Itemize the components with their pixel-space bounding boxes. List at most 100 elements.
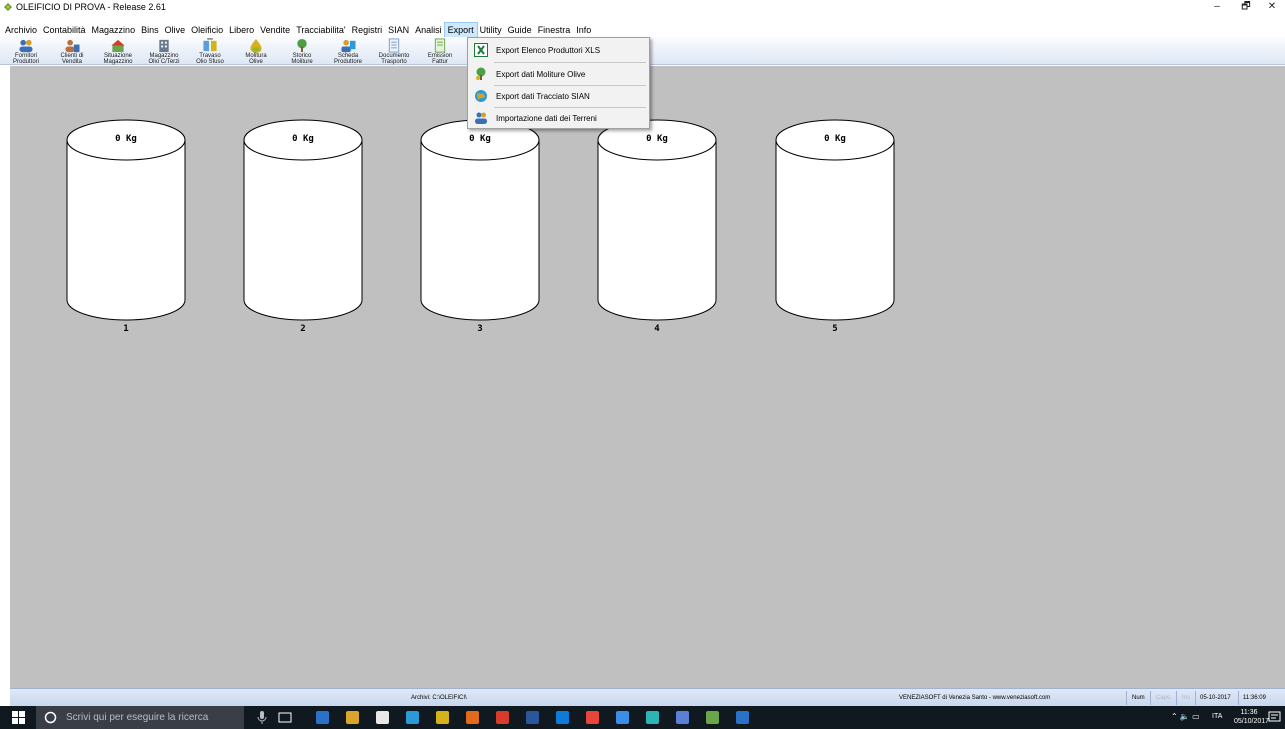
status-time: 11:36:09 bbox=[1243, 695, 1266, 701]
close-button[interactable]: ✕ bbox=[1258, 0, 1285, 14]
menu-bins[interactable]: Bins bbox=[138, 23, 162, 37]
tank-kg-label: 0 Kg bbox=[469, 134, 491, 144]
taskbar-app-store[interactable] bbox=[376, 711, 389, 724]
tank-kg-label: 0 Kg bbox=[646, 134, 668, 144]
menu-oleificio[interactable]: Oleificio bbox=[188, 23, 226, 37]
clienti-vendita-button[interactable]: Clienti di Vendita bbox=[50, 37, 94, 65]
fornitori-produttori-button[interactable]: Fornitori Produttori bbox=[4, 37, 48, 65]
menu-info[interactable]: Info bbox=[573, 23, 594, 37]
tank-kg-label: 0 Kg bbox=[824, 134, 846, 144]
windows-taskbar: Scrivi qui per eseguire la ricerca ⌃ 🔈 ▭… bbox=[0, 706, 1285, 729]
globe-icon bbox=[475, 90, 487, 102]
storico-moliture-button[interactable]: Storico Moliture bbox=[280, 37, 324, 65]
menu-archivio[interactable]: Archivio bbox=[2, 23, 40, 37]
menu-utility[interactable]: Utility bbox=[477, 23, 505, 37]
windows-start-icon[interactable] bbox=[12, 711, 25, 724]
taskbar-app-acrobat[interactable] bbox=[496, 711, 509, 724]
export-dropdown-menu: Export Elenco Produttori XLS Export dati… bbox=[467, 37, 650, 129]
menu-contabilita[interactable]: Contabilità bbox=[40, 23, 89, 37]
menu-magazzino[interactable]: Magazzino bbox=[89, 23, 139, 37]
menu-analisi[interactable]: Analisi bbox=[412, 23, 445, 37]
taskbar-app-feather[interactable] bbox=[676, 711, 689, 724]
status-divider bbox=[1126, 691, 1127, 705]
task-view-icon[interactable] bbox=[278, 712, 292, 723]
taskbar-app-oleificio[interactable] bbox=[706, 711, 719, 724]
tank-number-label: 4 bbox=[654, 324, 660, 334]
travaso-olio-sfuso-button[interactable]: Travaso Olio Sfuso bbox=[188, 37, 232, 65]
menu-vendite[interactable]: Vendite bbox=[257, 23, 293, 37]
users-icon bbox=[19, 39, 33, 53]
document-icon bbox=[388, 38, 400, 53]
notification-icon[interactable] bbox=[1268, 711, 1281, 724]
taskbar-app-remote[interactable] bbox=[736, 711, 749, 724]
export-elenco-produttori-item[interactable]: Export Elenco Produttori XLS bbox=[470, 40, 648, 60]
importazione-terreni-item[interactable]: Importazione dati dei Terreni bbox=[470, 108, 648, 128]
tank-1[interactable]: 0 Kg 1 bbox=[66, 119, 186, 335]
status-divider bbox=[1176, 691, 1177, 705]
insert-indicator: Ins bbox=[1182, 695, 1191, 701]
tank-number-label: 2 bbox=[300, 324, 306, 334]
menu-export[interactable]: Export bbox=[443, 22, 478, 38]
status-date: 05-10-2017 bbox=[1200, 695, 1231, 701]
menu-sian[interactable]: SIAN bbox=[385, 23, 412, 37]
menu-tracciabilita[interactable]: Tracciabilita' bbox=[293, 23, 348, 37]
maximize-button[interactable]: 🗗 bbox=[1232, 0, 1260, 14]
invoice-icon bbox=[434, 38, 446, 53]
menu-guide[interactable]: Guide bbox=[505, 23, 535, 37]
tank-number-label: 5 bbox=[832, 324, 838, 334]
taskbar-app-photoshop[interactable] bbox=[556, 711, 569, 724]
tank-cylinder-shape bbox=[775, 119, 895, 321]
menu-bar: Archivio Contabilità Magazzino Bins Oliv… bbox=[0, 22, 1285, 38]
oil-drop-icon bbox=[250, 38, 262, 53]
taskbar-app-disk[interactable] bbox=[646, 711, 659, 724]
tank-3[interactable]: 0 Kg 3 bbox=[420, 119, 540, 335]
menu-registri[interactable]: Registri bbox=[349, 23, 386, 37]
num-lock-indicator: Num bbox=[1132, 695, 1145, 701]
tank-kg-label: 0 Kg bbox=[292, 134, 314, 144]
tank-number-label: 1 bbox=[123, 324, 129, 334]
scheda-produttore-button[interactable]: Scheda Produttore bbox=[326, 37, 370, 65]
taskbar-app-explorer[interactable] bbox=[346, 711, 359, 724]
taskbar-app-edge[interactable] bbox=[316, 711, 329, 724]
export-moliture-olive-item[interactable]: Export dati Moliture Olive bbox=[470, 64, 648, 84]
tank-number-label: 3 bbox=[477, 324, 483, 334]
clock-time: 11:36 bbox=[1240, 709, 1258, 716]
documento-trasporto-button[interactable]: Documento Trasporto bbox=[372, 37, 416, 65]
minimize-button[interactable]: – bbox=[1203, 0, 1231, 14]
excel-icon bbox=[474, 43, 488, 57]
caps-lock-indicator: Caps bbox=[1156, 695, 1171, 701]
taskbar-app-chrome[interactable] bbox=[586, 711, 599, 724]
search-placeholder: Scrivi qui per eseguire la ricerca bbox=[66, 712, 209, 723]
taskbar-search-box[interactable]: Scrivi qui per eseguire la ricerca bbox=[36, 706, 267, 729]
menu-libero[interactable]: Libero bbox=[226, 23, 257, 37]
tank-5[interactable]: 0 Kg 5 bbox=[775, 119, 895, 335]
mdi-workspace: 0 Kg 1 0 Kg 2 0 Kg 3 0 Kg 4 0 Kg 5 bbox=[10, 66, 1285, 688]
magazzino-olio-terzi-button[interactable]: Magazzino Olio C/Terzi bbox=[142, 37, 186, 65]
situazione-magazzino-button[interactable]: Situazione Magazzino bbox=[96, 37, 140, 65]
window-title: OLEIFICIO DI PROVA - Release 2.61 bbox=[16, 2, 166, 12]
export-tracciato-sian-item[interactable]: Export dati Tracciato SIAN bbox=[470, 86, 648, 106]
clients-icon bbox=[65, 39, 80, 53]
tray-icons[interactable]: ⌃ 🔈 ▭ bbox=[1171, 712, 1200, 721]
taskbar-app-notepad[interactable] bbox=[616, 711, 629, 724]
archive-path-status: Archivi: C:\OLEIFICI\ bbox=[411, 695, 467, 701]
taskbar-app-media[interactable] bbox=[406, 711, 419, 724]
molitura-olive-button[interactable]: Molitura Olive bbox=[234, 37, 278, 65]
tray-language[interactable]: ITA bbox=[1212, 713, 1222, 720]
tank-2[interactable]: 0 Kg 2 bbox=[243, 119, 363, 335]
warehouse-icon bbox=[111, 39, 125, 53]
microphone-icon[interactable] bbox=[257, 711, 267, 724]
taskbar-app-fireworks[interactable] bbox=[436, 711, 449, 724]
tank-kg-label: 0 Kg bbox=[115, 134, 137, 144]
company-status: VENEZIASOFT di Venezia Santo - www.venez… bbox=[899, 695, 1051, 701]
taskbar-app-word[interactable] bbox=[526, 711, 539, 724]
tank-4[interactable]: 0 Kg 4 bbox=[597, 119, 717, 335]
menu-olive[interactable]: Olive bbox=[162, 23, 189, 37]
tank-cylinder-shape bbox=[597, 119, 717, 321]
title-bar: OLEIFICIO DI PROVA - Release 2.61 – 🗗 ✕ bbox=[0, 0, 1285, 14]
app-logo-icon bbox=[4, 3, 12, 11]
tray-clock[interactable]: 11:36 05/10/2017 bbox=[1234, 708, 1269, 726]
menu-finestra[interactable]: Finestra bbox=[535, 23, 574, 37]
emissione-fatture-button[interactable]: Emission Fattur bbox=[418, 37, 462, 65]
taskbar-app-illustrator[interactable] bbox=[466, 711, 479, 724]
